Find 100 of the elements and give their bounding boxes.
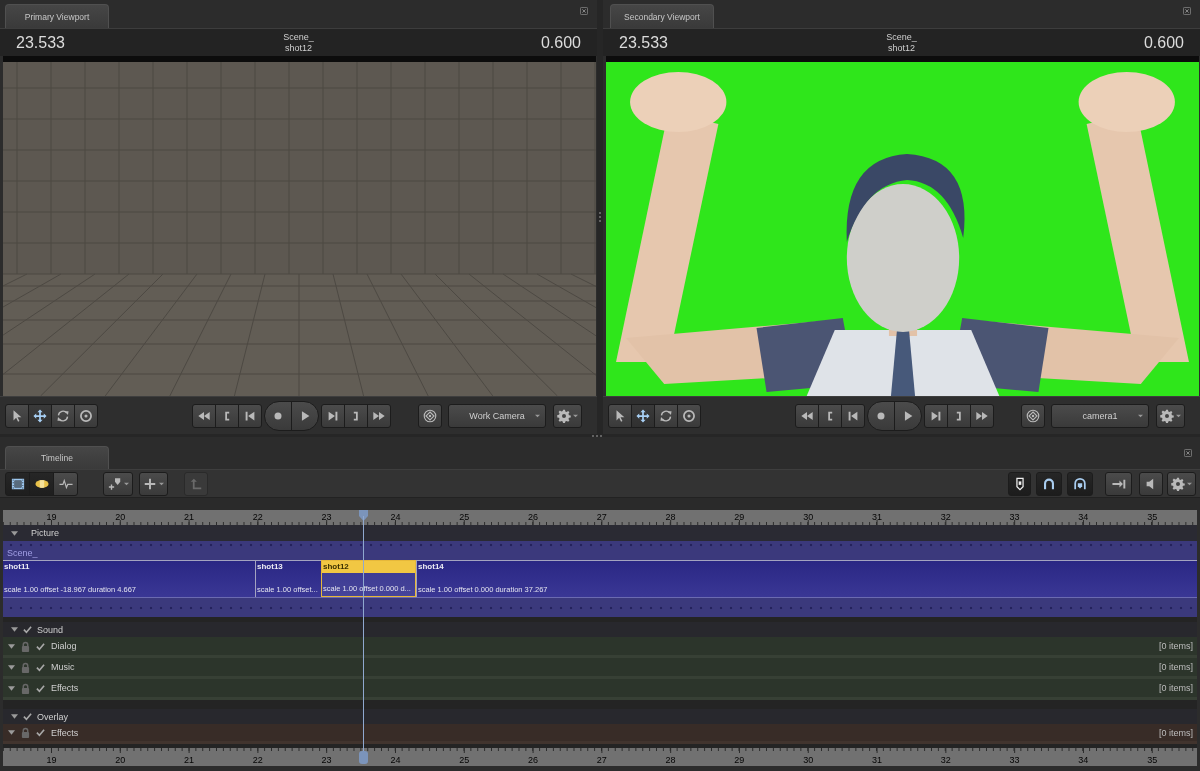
settings-button[interactable] [1167,471,1196,496]
ruler-label: 34 [1077,755,1090,765]
skip-start-button[interactable] [841,403,865,428]
rotate-tool-button[interactable] [654,403,678,428]
add-button[interactable] [139,471,168,496]
camera-dropdown[interactable]: Work Camera [448,403,546,428]
ruler-label: 33 [1008,755,1021,765]
select-tool-button[interactable] [608,403,632,428]
ruler-label: 29 [733,755,746,765]
rotate-arrows-icon [56,408,70,423]
move-arrows-icon [33,408,47,423]
viewport-tab[interactable]: Secondary Viewport [610,4,714,28]
time-readout: 23.533 [16,33,65,52]
snap-toggle-button[interactable] [1067,471,1093,496]
jump-to-end-button[interactable] [1105,471,1132,496]
ruler-label: 19 [45,511,58,522]
viewport-tab[interactable]: Primary Viewport [5,4,109,28]
check-icon[interactable] [23,712,32,721]
fast-forward-button[interactable] [367,403,391,428]
ruler-label: 31 [870,511,883,522]
check-icon[interactable] [36,683,45,693]
expand-arrow-icon[interactable] [8,663,15,671]
rewind-button[interactable] [192,403,216,428]
scene-name: Scene_ [886,31,917,43]
group-label: Picture [31,528,59,538]
clip-name: shot12 [322,561,415,573]
mark-out-button[interactable] [947,403,971,428]
expand-arrow-icon[interactable] [8,642,15,650]
track-group-header[interactable]: Sound [3,622,1197,637]
expand-arrow-icon[interactable] [11,626,18,633]
ruler-label: 35 [1146,511,1159,522]
ruler-label: 25 [458,511,471,522]
mark-out-button[interactable] [344,403,368,428]
skip-start-button[interactable] [238,403,262,428]
audio-track-row[interactable]: Dialog [0 items] [3,637,1197,658]
fast-forward-button[interactable] [970,403,994,428]
scene-name: Scene_ [283,31,314,43]
audio-button[interactable] [1139,471,1163,496]
caret-icon [123,481,129,486]
overlay-track-row[interactable]: Effects [0 items] [3,724,1197,744]
add-key-button[interactable] [103,471,133,496]
record-button[interactable] [867,400,895,431]
waveform-icon [58,476,73,491]
expand-arrow-icon[interactable] [8,729,15,736]
orbit-tool-button[interactable] [74,403,98,428]
padlock-icon[interactable] [21,727,30,738]
audio-track-row[interactable]: Effects [0 items] [3,679,1197,700]
skip-end-button[interactable] [924,403,948,428]
ruler-label: 20 [114,755,127,765]
gear-icon [1171,476,1185,491]
timeline-tab[interactable]: Timeline [5,446,109,469]
settings-button[interactable] [1156,403,1185,428]
track-label: Effects [51,727,79,738]
audio-track-row[interactable]: Music [0 items] [3,658,1197,679]
check-icon[interactable] [36,641,45,651]
camera-target-button[interactable] [1021,403,1045,428]
track-group-header[interactable]: Picture [3,525,1197,541]
caret-icon [1176,413,1181,418]
group-label: Sound [37,624,64,635]
snap-toggle-button[interactable] [1008,471,1031,496]
view-toggle-button[interactable] [53,471,78,496]
camera-target-button[interactable] [418,403,442,428]
check-icon[interactable] [23,625,32,634]
move-tool-button[interactable] [28,403,52,428]
orbit-tool-button[interactable] [677,403,701,428]
ruler-label: 22 [251,511,264,522]
rotate-tool-button[interactable] [51,403,75,428]
track-group-header[interactable]: Overlay [3,709,1197,724]
close-icon[interactable] [1184,449,1192,457]
select-tool-button[interactable] [5,403,29,428]
skip-end-button[interactable] [321,403,345,428]
splitter-grip-icon[interactable] [592,434,602,437]
rewind-button[interactable] [795,403,819,428]
ruler-label: 30 [802,511,815,522]
time-readout: 23.533 [619,33,668,52]
play-button[interactable] [291,400,319,431]
ruler-label: 32 [939,511,952,522]
close-icon[interactable] [1183,7,1191,15]
expand-arrow-icon[interactable] [11,713,18,720]
mark-in-button[interactable] [818,403,842,428]
settings-button[interactable] [553,403,582,428]
ruler-label: 21 [183,755,195,765]
expand-arrow-icon[interactable] [8,684,15,692]
move-tool-button[interactable] [631,403,655,428]
record-button[interactable] [264,400,292,431]
camera-dropdown[interactable]: camera1 [1051,403,1149,428]
magnet-shield-icon [1073,476,1087,491]
close-icon[interactable] [580,7,588,15]
ruler-label: 27 [595,755,608,765]
ring-icon [79,408,93,423]
play-button[interactable] [894,400,922,431]
mark-in-button[interactable] [215,403,239,428]
view-toggle-button[interactable] [29,471,54,496]
check-icon[interactable] [36,662,45,672]
view-toggle-button[interactable] [5,471,30,496]
timeline-ruler[interactable]: 19 20 21 22 23 24 25 26 27 28 29 30 31 32 33 34 35 [3,748,1197,766]
expand-arrow-icon[interactable] [11,529,18,537]
timeline-ruler[interactable]: 19 20 21 22 23 24 25 26 27 28 29 30 31 32 33 34 35 [3,510,1197,525]
check-icon[interactable] [36,728,45,737]
snap-toggle-button[interactable] [1036,471,1062,496]
